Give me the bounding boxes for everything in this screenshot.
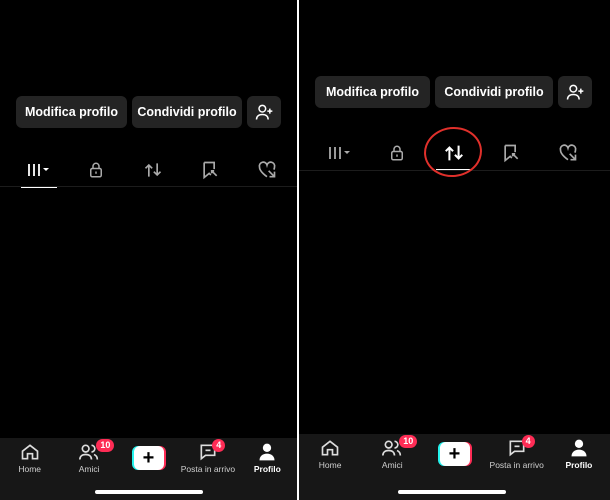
edit-profile-button[interactable]: Modifica profilo xyxy=(315,76,430,108)
nav-inbox-label: Posta in arrivo xyxy=(489,460,544,470)
plus-icon: + xyxy=(439,442,470,466)
profile-tabs xyxy=(10,156,295,184)
repost-icon xyxy=(144,163,161,177)
profile-icon xyxy=(259,443,275,461)
tab-favorites[interactable] xyxy=(181,156,238,184)
profile-icon xyxy=(571,439,587,457)
tab-private[interactable] xyxy=(67,156,124,184)
right-screen: Modifica profilo Condividi profilo Home … xyxy=(299,0,610,500)
nav-friends-label: Amici xyxy=(381,460,403,470)
nav-profile[interactable]: Profilo xyxy=(548,434,610,500)
inbox-badge: 4 xyxy=(212,439,226,452)
bookmark-icon xyxy=(202,161,217,180)
add-friend-button[interactable] xyxy=(558,76,592,108)
add-user-icon xyxy=(255,104,273,120)
edit-profile-button[interactable]: Modifica profilo xyxy=(16,96,127,128)
liked-heart-icon xyxy=(258,161,275,178)
tab-liked[interactable] xyxy=(539,139,596,167)
profile-actions: Modifica profilo Condividi profilo xyxy=(16,96,281,128)
home-indicator xyxy=(398,490,506,494)
grid-icon xyxy=(27,164,49,176)
nav-home-label: Home xyxy=(18,464,42,474)
inbox-badge: 4 xyxy=(521,435,535,448)
add-friend-button[interactable] xyxy=(247,96,281,128)
friends-badge: 10 xyxy=(399,435,418,448)
nav-home[interactable]: Home xyxy=(0,438,59,500)
liked-heart-icon xyxy=(559,144,576,161)
nav-home[interactable]: Home xyxy=(299,434,361,500)
nav-profile-label: Profilo xyxy=(253,464,281,474)
lock-icon xyxy=(390,145,403,161)
lock-icon xyxy=(89,162,102,178)
nav-profile-label: Profilo xyxy=(565,460,593,470)
home-indicator xyxy=(95,490,203,494)
nav-friends-label: Amici xyxy=(78,464,100,474)
share-profile-button[interactable]: Condividi profilo xyxy=(132,96,242,128)
red-circle-annotation xyxy=(421,124,485,180)
create-button[interactable]: + xyxy=(131,446,166,470)
profile-actions: Modifica profilo Condividi profilo xyxy=(315,76,592,108)
tab-divider xyxy=(0,186,297,187)
friends-badge: 10 xyxy=(96,439,115,452)
grid-icon xyxy=(328,147,350,159)
nav-home-label: Home xyxy=(318,460,342,470)
tab-reposts[interactable] xyxy=(124,156,181,184)
plus-icon: + xyxy=(133,446,164,470)
add-user-icon xyxy=(566,84,584,100)
share-profile-button[interactable]: Condividi profilo xyxy=(435,76,553,108)
home-icon xyxy=(321,440,339,456)
tab-favorites[interactable] xyxy=(482,139,539,167)
create-button[interactable]: + xyxy=(437,442,472,466)
nav-profile[interactable]: Profilo xyxy=(238,438,297,500)
tab-videos[interactable] xyxy=(311,139,368,167)
left-screen: Modifica profilo Condividi profilo Home … xyxy=(0,0,297,500)
bookmark-icon xyxy=(503,144,518,163)
tab-liked[interactable] xyxy=(238,156,295,184)
home-icon xyxy=(21,444,39,460)
nav-inbox-label: Posta in arrivo xyxy=(180,464,236,474)
tab-private[interactable] xyxy=(368,139,425,167)
tab-videos[interactable] xyxy=(10,156,67,184)
